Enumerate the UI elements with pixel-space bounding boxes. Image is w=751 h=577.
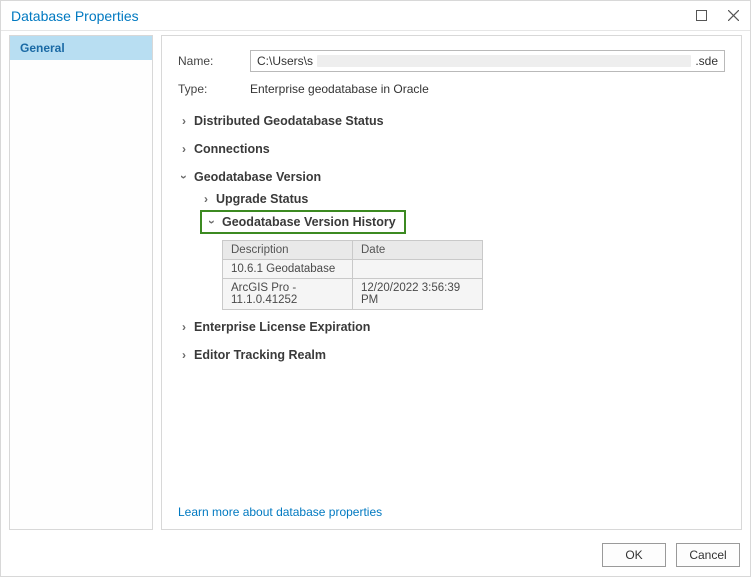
ok-button[interactable]: OK — [602, 543, 666, 567]
section-editor-tracking: › Editor Tracking Realm — [178, 344, 725, 366]
section-license-expiration: › Enterprise License Expiration — [178, 316, 725, 338]
license-expiration-header[interactable]: › Enterprise License Expiration — [178, 316, 725, 338]
cancel-button[interactable]: Cancel — [676, 543, 740, 567]
name-value-prefix: C:\Users\s — [257, 54, 313, 68]
redacted-path — [317, 55, 691, 67]
cell-date: 12/20/2022 3:56:39 PM — [353, 279, 483, 310]
type-label: Type: — [178, 82, 250, 96]
type-value: Enterprise geodatabase in Oracle — [250, 82, 429, 96]
section-connections-header[interactable]: › Connections — [178, 138, 725, 160]
version-history-highlight: › Geodatabase Version History — [200, 210, 406, 234]
license-expiration-label: Enterprise License Expiration — [194, 320, 370, 334]
sections: › Distributed Geodatabase Status › Conne… — [178, 110, 725, 366]
name-field[interactable]: C:\Users\s .sde — [250, 50, 725, 72]
upgrade-status-label: Upgrade Status — [216, 192, 308, 206]
window-title: Database Properties — [11, 8, 692, 24]
version-history-header[interactable]: › Geodatabase Version History — [204, 214, 398, 230]
table-row: 10.6.1 Geodatabase — [223, 260, 483, 279]
section-distributed: › Distributed Geodatabase Status — [178, 110, 725, 132]
window-controls — [692, 7, 742, 25]
section-upgrade-status: › Upgrade Status — [200, 188, 725, 210]
section-geo-version-header[interactable]: › Geodatabase Version — [178, 166, 725, 188]
chevron-down-icon: › — [205, 216, 219, 228]
type-row: Type: Enterprise geodatabase in Oracle — [178, 82, 725, 96]
section-distributed-header[interactable]: › Distributed Geodatabase Status — [178, 110, 725, 132]
chevron-down-icon: › — [177, 171, 191, 183]
main-panel: Name: C:\Users\s .sde Type: Enterprise g… — [161, 35, 742, 530]
chevron-right-icon: › — [178, 320, 190, 334]
sidebar: General — [9, 35, 153, 530]
section-geo-version-label: Geodatabase Version — [194, 170, 321, 184]
version-history-table: Description Date 10.6.1 Geodatabase ArcG… — [222, 240, 483, 310]
tab-general[interactable]: General — [10, 36, 152, 60]
maximize-icon[interactable] — [692, 7, 710, 25]
section-distributed-label: Distributed Geodatabase Status — [194, 114, 384, 128]
name-label: Name: — [178, 54, 250, 68]
upgrade-status-header[interactable]: › Upgrade Status — [200, 188, 725, 210]
cell-description: 10.6.1 Geodatabase — [223, 260, 353, 279]
table-header-row: Description Date — [223, 241, 483, 260]
section-connections-label: Connections — [194, 142, 270, 156]
chevron-right-icon: › — [200, 192, 212, 206]
chevron-right-icon: › — [178, 142, 190, 156]
chevron-right-icon: › — [178, 348, 190, 362]
learn-more-link[interactable]: Learn more about database properties — [178, 505, 382, 519]
chevron-right-icon: › — [178, 114, 190, 128]
name-row: Name: C:\Users\s .sde — [178, 50, 725, 72]
cell-description: ArcGIS Pro - 11.1.0.41252 — [223, 279, 353, 310]
version-history-label: Geodatabase Version History — [222, 215, 396, 229]
dialog-footer: OK Cancel — [1, 534, 750, 576]
close-icon[interactable] — [724, 7, 742, 25]
editor-tracking-label: Editor Tracking Realm — [194, 348, 326, 362]
section-version-history: › Geodatabase Version History Descriptio… — [200, 210, 725, 310]
col-description: Description — [223, 241, 353, 260]
cell-date — [353, 260, 483, 279]
col-date: Date — [353, 241, 483, 260]
title-bar: Database Properties — [1, 1, 750, 31]
section-geo-version: › Geodatabase Version › Upgrade Status ›… — [178, 166, 725, 310]
table-row: ArcGIS Pro - 11.1.0.41252 12/20/2022 3:5… — [223, 279, 483, 310]
client-area: General Name: C:\Users\s .sde Type: Ente… — [1, 31, 750, 534]
section-connections: › Connections — [178, 138, 725, 160]
name-value-suffix: .sde — [695, 54, 718, 68]
editor-tracking-header[interactable]: › Editor Tracking Realm — [178, 344, 725, 366]
